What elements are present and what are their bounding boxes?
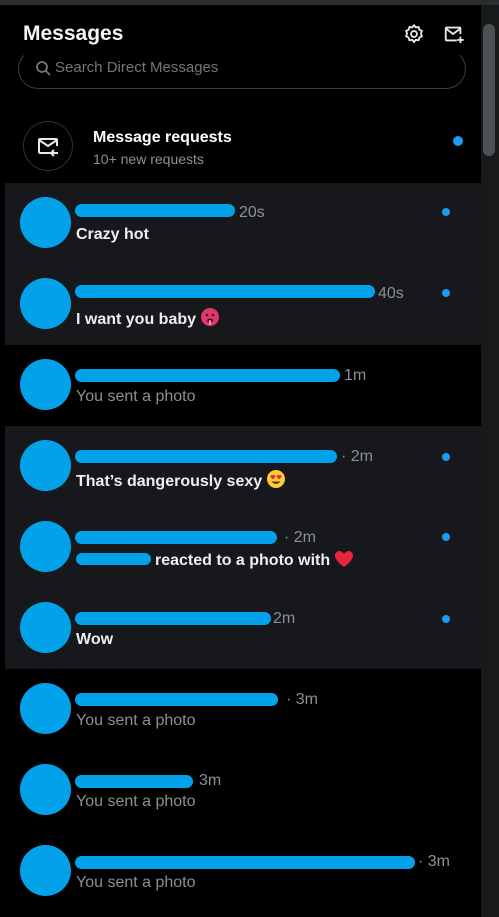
- redacted-name: [75, 369, 340, 382]
- unread-dot: [453, 136, 463, 146]
- redacted-name: [75, 693, 278, 706]
- timestamp: · 2m: [284, 529, 316, 546]
- conversation-row[interactable]: · 3m You sent a photo: [5, 669, 482, 750]
- message-preview: reacted to a photo with: [76, 550, 354, 573]
- redacted-name: [75, 531, 277, 544]
- search-icon: [35, 60, 51, 76]
- redacted-name: [75, 285, 375, 298]
- conversation-row[interactable]: 3m You sent a photo: [5, 750, 482, 831]
- hot-face-emoji: [200, 307, 220, 332]
- message-preview: Crazy hot: [76, 226, 149, 243]
- scrollbar-thumb[interactable]: [483, 24, 495, 156]
- unread-dot: [442, 289, 450, 297]
- gear-icon[interactable]: [403, 23, 425, 45]
- avatar: [20, 359, 71, 410]
- avatar: [20, 764, 71, 815]
- conversation-row[interactable]: 1m You sent a photo: [5, 345, 482, 426]
- message-preview: You sent a photo: [76, 793, 196, 810]
- unread-dot: [442, 533, 450, 541]
- message-preview: You sent a photo: [76, 388, 196, 405]
- new-message-icon[interactable]: [443, 23, 465, 45]
- redacted-name: [76, 553, 151, 565]
- message-preview: You sent a photo: [76, 712, 196, 729]
- unread-dot: [442, 208, 450, 216]
- redacted-name: [75, 450, 337, 463]
- preview-text: That’s dangerously sexy: [76, 473, 263, 490]
- message-requests-row[interactable]: Message requests 10+ new requests: [5, 109, 482, 183]
- conversation-row[interactable]: 20s Crazy hot: [5, 183, 482, 264]
- message-preview: You sent a photo: [76, 874, 196, 891]
- page-title: Messages: [23, 22, 124, 45]
- message-preview: I want you baby: [76, 307, 220, 332]
- timestamp: 2m: [273, 610, 296, 627]
- search-input[interactable]: Search Direct Messages: [55, 59, 218, 76]
- avatar: [20, 845, 71, 896]
- message-requests-subtitle: 10+ new requests: [93, 151, 204, 167]
- timestamp: 20s: [239, 204, 265, 221]
- timestamp: · 2m: [341, 448, 373, 465]
- redacted-name: [75, 856, 415, 869]
- avatar: [20, 440, 71, 491]
- timestamp: 3m: [199, 772, 222, 789]
- message-preview: Wow: [76, 631, 114, 648]
- heart-eyes-emoji: [266, 469, 286, 494]
- search-bar[interactable]: Search Direct Messages: [18, 49, 466, 89]
- conversation-row[interactable]: · 2m That’s dangerously sexy: [5, 426, 482, 507]
- timestamp: 40s: [378, 285, 404, 302]
- message-preview: That’s dangerously sexy: [76, 469, 286, 494]
- avatar: [20, 683, 71, 734]
- conversation-row[interactable]: · 2m reacted to a photo with: [5, 507, 482, 588]
- messages-panel: Messages Search Direct Messages Message …: [5, 5, 482, 917]
- avatar: [20, 197, 71, 248]
- conversation-row[interactable]: 40s I want you baby: [5, 264, 482, 345]
- timestamp: · 3m: [286, 691, 318, 708]
- timestamp: · 3m: [418, 853, 450, 870]
- red-heart-emoji: [334, 550, 354, 573]
- message-requests-icon: [23, 121, 73, 171]
- avatar: [20, 521, 71, 572]
- unread-dot: [442, 615, 450, 623]
- avatar: [20, 602, 71, 653]
- avatar: [20, 278, 71, 329]
- preview-text: reacted to a photo with: [155, 552, 331, 569]
- redacted-name: [75, 204, 235, 217]
- message-requests-title: Message requests: [93, 129, 232, 146]
- redacted-name: [75, 775, 193, 788]
- conversation-row[interactable]: · 3m You sent a photo: [5, 831, 482, 912]
- conversation-row[interactable]: 2m Wow: [5, 588, 482, 669]
- preview-text: I want you baby: [76, 311, 197, 328]
- unread-dot: [442, 453, 450, 461]
- timestamp: 1m: [344, 367, 367, 384]
- redacted-name: [75, 612, 271, 625]
